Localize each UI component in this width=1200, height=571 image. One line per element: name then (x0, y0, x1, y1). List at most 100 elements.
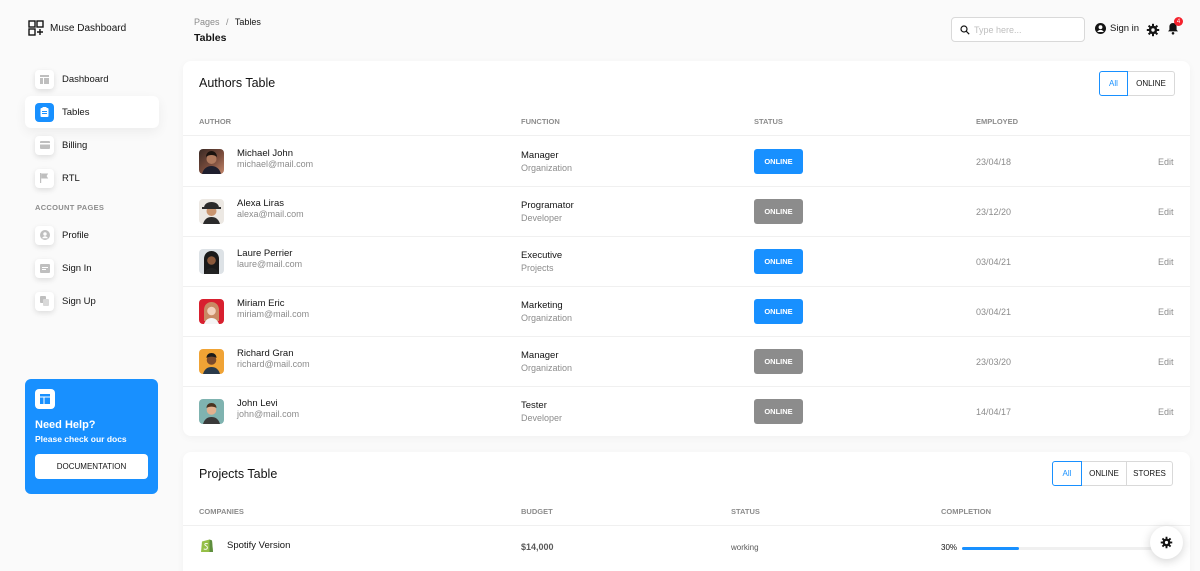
status-badge[interactable]: ONLINE (754, 249, 803, 274)
sidebar-item-label: Dashboard (62, 73, 109, 85)
table-row: Richard Gran richard@mail.com Manager Or… (183, 337, 1190, 387)
filter-stores-button[interactable]: STORES (1126, 461, 1173, 486)
table-row: Spotify Version $14,000 working 30% (183, 527, 1190, 567)
filter-all-button[interactable]: All (1052, 461, 1082, 486)
tables-icon (35, 102, 54, 122)
breadcrumb-root[interactable]: Pages (194, 17, 220, 27)
author-email: michael@mail.com (237, 159, 314, 169)
sidebar-item-label: RTL (62, 172, 80, 184)
status-badge[interactable]: ONLINE (754, 199, 803, 224)
help-card: Need Help? Please check our docs DOCUMEN… (25, 379, 158, 494)
brand[interactable]: Muse Dashboard (28, 20, 126, 36)
author-department: Developer (521, 213, 563, 223)
status-badge[interactable]: ONLINE (754, 299, 803, 324)
search-input[interactable] (974, 24, 1074, 35)
sidebar-item-label: Profile (62, 229, 89, 241)
projects-table-card: Projects Table All ONLINE STORES COMPANI… (183, 452, 1190, 571)
avatar (199, 249, 224, 274)
filter-online-button[interactable]: ONLINE (1081, 461, 1127, 486)
author-email: richard@mail.com (237, 359, 310, 369)
sidebar-item-billing[interactable]: Billing (25, 129, 159, 161)
floating-settings-button[interactable] (1150, 526, 1183, 559)
employed-date: 23/12/20 (976, 207, 1012, 217)
sidebar-item-sign-in[interactable]: Sign In (25, 252, 159, 284)
employed-date: 23/03/20 (976, 357, 1012, 367)
column-header-employed: EMPLOYED (976, 116, 1019, 126)
table-row: John Levi john@mail.com Tester Developer… (183, 387, 1190, 436)
table-row: Alexa Liras alexa@mail.com Programator D… (183, 187, 1190, 237)
sidebar-item-tables[interactable]: Tables (25, 96, 159, 128)
authors-table-header: AUTHOR FUNCTION STATUS EMPLOYED (183, 106, 1190, 136)
user-icon (1095, 23, 1106, 34)
author-name: John Levi (237, 398, 278, 409)
edit-link[interactable]: Edit (1158, 257, 1174, 267)
edit-link[interactable]: Edit (1158, 157, 1174, 167)
breadcrumb-separator: / (226, 17, 229, 27)
filter-online-button[interactable]: ONLINE (1127, 71, 1175, 96)
gear-icon (1160, 536, 1173, 549)
edit-link[interactable]: Edit (1158, 357, 1174, 367)
help-title: Need Help? (35, 419, 96, 431)
authors-table-card: Authors Table All ONLINE AUTHOR FUNCTION… (183, 61, 1190, 436)
settings-icon[interactable] (1146, 23, 1160, 37)
sign-up-icon (35, 291, 54, 311)
sidebar-section-title: ACCOUNT PAGES (35, 202, 105, 212)
sidebar-item-profile[interactable]: Profile (25, 219, 159, 251)
sign-in-icon (35, 258, 54, 278)
sidebar-item-label: Sign Up (62, 295, 96, 307)
avatar (199, 149, 224, 174)
logo-icon (28, 20, 44, 36)
filter-all-button[interactable]: All (1099, 71, 1128, 96)
status-badge[interactable]: ONLINE (754, 349, 803, 374)
status-badge[interactable]: ONLINE (754, 149, 803, 174)
author-function: Tester (521, 400, 547, 411)
avatar (199, 299, 224, 324)
breadcrumb: Pages / Tables (194, 17, 261, 27)
column-header-companies: COMPANIES (199, 506, 244, 516)
author-department: Organization (521, 163, 573, 173)
project-status: working (731, 543, 759, 552)
sign-in-link[interactable]: Sign in (1095, 23, 1139, 34)
documentation-button[interactable]: DOCUMENTATION (35, 454, 148, 479)
projects-table-header: COMPANIES BUDGET STATUS COMPLETION (183, 496, 1190, 526)
author-name: Miriam Eric (237, 298, 285, 309)
sidebar: Muse Dashboard Dashboard Tables Billing … (0, 0, 183, 571)
project-budget: $14,000 (521, 542, 554, 552)
sidebar-item-label: Billing (62, 139, 88, 151)
author-email: laure@mail.com (237, 259, 303, 269)
table-row: Laure Perrier laure@mail.com Executive P… (183, 237, 1190, 287)
column-header-author: AUTHOR (199, 116, 232, 126)
dashboard-icon (35, 389, 55, 409)
column-header-function: FUNCTION (521, 116, 560, 126)
billing-icon (35, 135, 54, 155)
completion-percent: 30% (941, 543, 958, 552)
table-row: Michael John michael@mail.com Manager Or… (183, 137, 1190, 187)
author-name: Richard Gran (237, 348, 294, 359)
column-header-completion: COMPLETION (941, 506, 991, 516)
author-function: Programator (521, 200, 574, 211)
sidebar-nav: Dashboard Tables Billing RTL ACCOUNT PAG… (25, 63, 159, 318)
author-function: Manager (521, 350, 559, 361)
author-function: Marketing (521, 300, 563, 311)
notifications-button[interactable]: 4 (1167, 17, 1183, 36)
edit-link[interactable]: Edit (1158, 307, 1174, 317)
author-email: alexa@mail.com (237, 209, 304, 219)
author-function: Manager (521, 150, 559, 161)
sidebar-item-dashboard[interactable]: Dashboard (25, 63, 159, 95)
search-box[interactable] (951, 17, 1085, 42)
flag-icon (35, 168, 54, 188)
sidebar-item-rtl[interactable]: RTL (25, 162, 159, 194)
employed-date: 03/04/21 (976, 257, 1012, 267)
breadcrumb-current: Tables (234, 17, 261, 27)
profile-icon (35, 225, 54, 245)
edit-link[interactable]: Edit (1158, 407, 1174, 417)
employed-date: 03/04/21 (976, 307, 1012, 317)
author-department: Projects (521, 263, 554, 273)
sidebar-item-label: Sign In (62, 262, 92, 274)
help-subtitle: Please check our docs (35, 434, 127, 444)
sidebar-item-sign-up[interactable]: Sign Up (25, 285, 159, 317)
status-badge[interactable]: ONLINE (754, 399, 803, 424)
edit-link[interactable]: Edit (1158, 207, 1174, 217)
column-header-status: STATUS (731, 506, 760, 516)
authors-table-title: Authors Table (199, 76, 276, 90)
